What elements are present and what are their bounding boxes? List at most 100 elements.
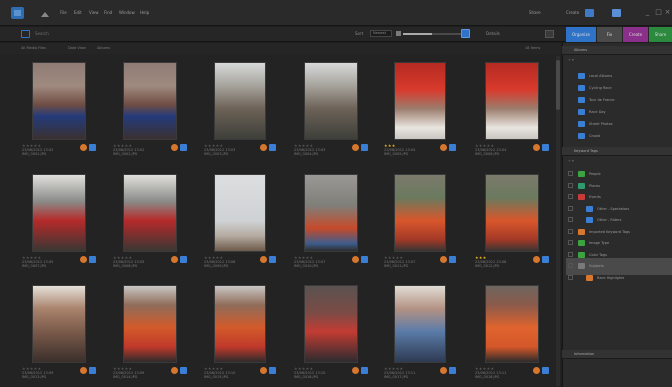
sub-albums[interactable]: Albums: [97, 46, 110, 50]
album-tag-icon[interactable]: [180, 144, 187, 151]
browser-scroll-thumb[interactable]: [556, 60, 560, 110]
menu-create[interactable]: Create: [566, 10, 579, 15]
photo-thumbnail[interactable]: [32, 174, 86, 252]
tab-share[interactable]: Share: [649, 27, 672, 42]
album-tag-icon[interactable]: [180, 256, 187, 263]
keyword-tag-icon[interactable]: [80, 367, 87, 374]
album-tag-icon[interactable]: [361, 367, 368, 374]
sub-all-media[interactable]: All Media Files: [21, 46, 46, 50]
keyword-tag-icon[interactable]: [260, 256, 267, 263]
album-tag-icon[interactable]: [269, 367, 276, 374]
close-button[interactable]: ×: [663, 8, 672, 17]
tab-organize[interactable]: Organize: [566, 27, 596, 42]
menu-find[interactable]: Find: [104, 10, 112, 15]
keyword-checkbox[interactable]: [568, 194, 573, 199]
keyword-tag-icon[interactable]: [352, 256, 359, 263]
album-tag-icon[interactable]: [89, 144, 96, 151]
menu-view[interactable]: View: [89, 10, 99, 15]
maximize-button[interactable]: □: [654, 8, 663, 17]
sync-chip[interactable]: [585, 8, 607, 18]
menu-window[interactable]: Window: [119, 10, 135, 15]
photo-thumbnail[interactable]: [123, 174, 177, 252]
sub-date-view[interactable]: Date View: [68, 46, 86, 50]
album-tag-icon[interactable]: [449, 256, 456, 263]
tab-fix[interactable]: Fix: [597, 27, 622, 42]
album-tag-icon[interactable]: [542, 367, 549, 374]
menu-file[interactable]: File: [60, 10, 67, 15]
albums-add-icon[interactable]: + ▾: [568, 58, 574, 62]
keyword-checkbox[interactable]: [568, 171, 573, 176]
keyword-tag-icon[interactable]: [533, 256, 540, 263]
home-icon[interactable]: [41, 9, 49, 17]
menu-edit[interactable]: Edit: [74, 10, 82, 15]
keyword-tag-icon[interactable]: [171, 256, 178, 263]
photo-thumbnail[interactable]: [485, 174, 539, 252]
album-tag-icon[interactable]: [542, 256, 549, 263]
keyword-checkbox[interactable]: [568, 228, 573, 234]
keyword-tag-icon[interactable]: [260, 144, 267, 151]
keywords-add-icon[interactable]: + ▾: [568, 159, 574, 163]
photo-thumbnail[interactable]: [123, 285, 177, 363]
minimize-button[interactable]: _: [643, 8, 652, 17]
keyword-tag-icon[interactable]: [80, 256, 87, 263]
keyword-tag-icon[interactable]: [533, 367, 540, 374]
keyword-tag-icon[interactable]: [440, 367, 447, 374]
keyword-tag-icon[interactable]: [352, 367, 359, 374]
app-logo[interactable]: [11, 7, 24, 19]
photo-thumbnail[interactable]: [214, 62, 266, 140]
keyword-tag-icon[interactable]: [440, 144, 447, 151]
album-tag-icon[interactable]: [180, 367, 187, 374]
album-tag-icon[interactable]: [449, 144, 456, 151]
photo-thumbnail[interactable]: [304, 285, 358, 363]
sort-select[interactable]: Newest: [370, 30, 392, 37]
keyword-checkbox[interactable]: [568, 217, 573, 222]
keyword-checkbox[interactable]: [568, 205, 573, 211]
keyword-tag-icon[interactable]: [171, 144, 178, 151]
photo-thumbnail[interactable]: [304, 174, 358, 252]
album-tag-icon[interactable]: [361, 256, 368, 263]
keyword-tag-icon[interactable]: [260, 367, 267, 374]
zoom-slider-track[interactable]: [403, 33, 468, 35]
keyword-checkbox[interactable]: [568, 240, 573, 245]
photo-thumbnail[interactable]: [214, 174, 266, 252]
album-tag-icon[interactable]: [89, 367, 96, 374]
photo-thumbnail[interactable]: [214, 285, 266, 363]
details-toggle[interactable]: Details: [486, 31, 500, 36]
keyword-tag-icon[interactable]: [352, 144, 359, 151]
keyword-tag-icon[interactable]: [440, 256, 447, 263]
photo-thumbnail[interactable]: [394, 285, 446, 363]
photo-thumbnail[interactable]: [485, 285, 539, 363]
menu-help[interactable]: Help: [140, 10, 149, 15]
photo-thumbnail[interactable]: [32, 285, 86, 363]
thumbnail-small-icon[interactable]: [396, 31, 401, 36]
photo-filename: IMG_0006.JPG: [475, 152, 500, 156]
keyword-tag-icon[interactable]: [533, 144, 540, 151]
search-hint[interactable]: Search: [35, 31, 49, 36]
tab-create[interactable]: Create: [623, 27, 648, 42]
photo-thumbnail[interactable]: [394, 174, 446, 252]
keyword-label: Places: [589, 183, 601, 188]
album-tag-icon[interactable]: [542, 144, 549, 151]
album-tag-icon[interactable]: [89, 256, 96, 263]
zoom-slider-thumb[interactable]: [461, 29, 470, 38]
album-tag-icon[interactable]: [361, 144, 368, 151]
view-toggle-button[interactable]: [545, 30, 554, 38]
photo-thumbnail[interactable]: [394, 62, 446, 140]
search-icon[interactable]: [21, 30, 30, 38]
photo-thumbnail[interactable]: [123, 62, 177, 140]
photo-thumbnail[interactable]: [485, 62, 539, 140]
keyword-tag-icon[interactable]: [171, 367, 178, 374]
menu-share[interactable]: Share: [529, 10, 541, 15]
album-tag-icon[interactable]: [449, 367, 456, 374]
keyword-checkbox[interactable]: [568, 182, 573, 188]
photo-filename: IMG_0003.JPG: [204, 152, 229, 156]
keyword-checkbox[interactable]: [568, 251, 573, 257]
keyword-checkbox[interactable]: [568, 263, 573, 268]
photo-thumbnail[interactable]: [32, 62, 86, 140]
account-chip[interactable]: [612, 8, 632, 18]
photo-thumbnail[interactable]: [304, 62, 358, 140]
keyword-checkbox[interactable]: [568, 274, 573, 280]
album-tag-icon[interactable]: [269, 144, 276, 151]
keyword-tag-icon[interactable]: [80, 144, 87, 151]
album-tag-icon[interactable]: [269, 256, 276, 263]
